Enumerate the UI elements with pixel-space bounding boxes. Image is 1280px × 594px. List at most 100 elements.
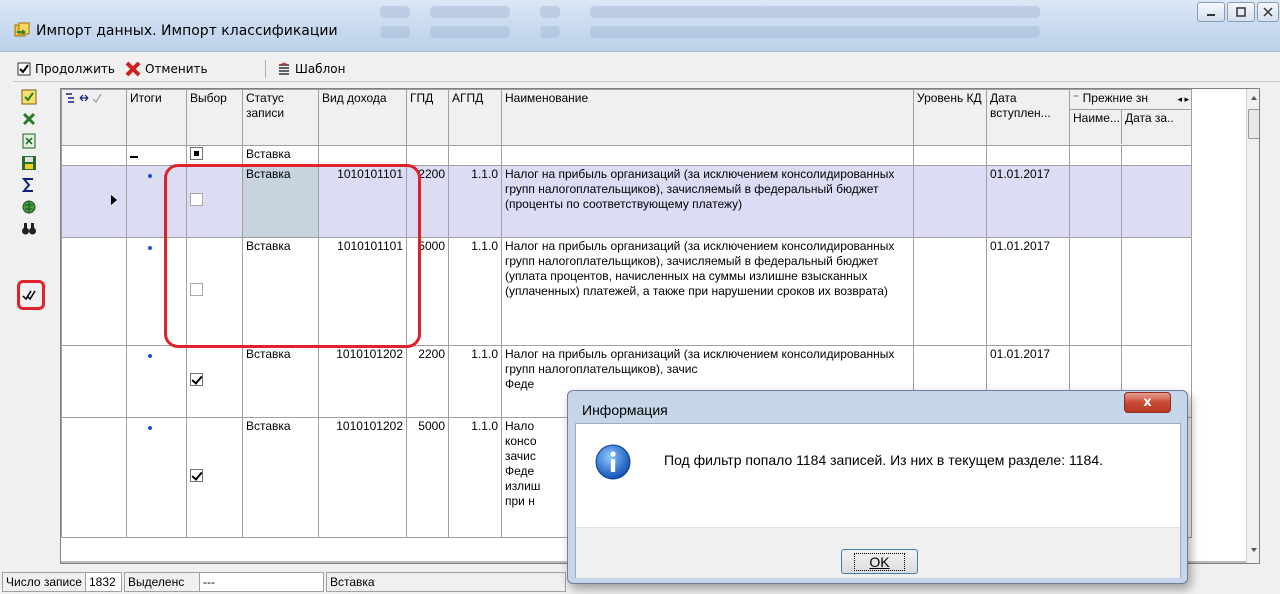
header-itogi[interactable]: Итоги bbox=[126, 89, 187, 146]
row-status: Вставка bbox=[242, 417, 319, 538]
group-select[interactable] bbox=[186, 145, 243, 166]
row-code: 1010101202 bbox=[318, 345, 407, 418]
header-level[interactable]: Уровень КД bbox=[913, 89, 987, 146]
row-date: 01.01.2017 bbox=[986, 165, 1070, 238]
row-name-text: Налог на прибыль организаций (за исключе… bbox=[505, 347, 895, 376]
cancel-x-icon bbox=[125, 61, 141, 77]
collapse-minus-icon bbox=[130, 156, 138, 158]
row-indicator bbox=[61, 165, 127, 238]
row-checkbox[interactable] bbox=[190, 469, 203, 482]
header-name[interactable]: Наименование bbox=[501, 89, 914, 146]
ok-label: OK bbox=[854, 552, 905, 571]
row-date: 01.01.2017 bbox=[986, 237, 1070, 346]
group-checkbox[interactable] bbox=[190, 147, 203, 160]
continue-button[interactable]: Продолжить bbox=[17, 59, 115, 79]
import-window: Импорт данных. Импорт классификации Прод… bbox=[0, 0, 1280, 594]
title-bar: Импорт данных. Импорт классификации bbox=[0, 0, 1280, 52]
checklist-icon bbox=[21, 89, 37, 105]
dialog-close-icon: x bbox=[1143, 395, 1152, 410]
row-indicator bbox=[61, 417, 127, 538]
row-dot-icon bbox=[148, 246, 152, 250]
record-count-label: Число записе bbox=[6, 575, 82, 589]
info-icon bbox=[595, 444, 631, 480]
vertical-scrollbar[interactable] bbox=[1246, 89, 1260, 563]
main-toolbar: Продолжить Отменить Шаблон bbox=[13, 56, 1280, 82]
cancel-label: Отменить bbox=[145, 62, 208, 76]
header-prev-date[interactable]: Дата за.. bbox=[1122, 110, 1177, 144]
scroll-thumb[interactable] bbox=[1248, 109, 1259, 139]
scroll-up-icon[interactable] bbox=[1247, 91, 1260, 105]
template-button[interactable]: Шаблон bbox=[277, 59, 345, 79]
header-date[interactable]: Дата вступлен... bbox=[986, 89, 1070, 146]
cancel-button[interactable]: Отменить bbox=[125, 59, 208, 79]
row-agpd: 1.1.0 bbox=[448, 165, 502, 238]
tree-expand-icon bbox=[66, 93, 102, 103]
header-prev-name[interactable]: Наиме... bbox=[1071, 110, 1122, 144]
row-select[interactable] bbox=[186, 345, 243, 418]
header-tools[interactable] bbox=[61, 89, 127, 146]
totals-button[interactable] bbox=[20, 176, 38, 194]
header-gpd[interactable]: ГПД bbox=[406, 89, 449, 146]
close-window-button[interactable] bbox=[1257, 2, 1279, 22]
scroll-arrows-icon[interactable]: ◂ ▸ bbox=[1177, 92, 1189, 107]
find-button[interactable] bbox=[20, 220, 38, 238]
row-indicator bbox=[61, 345, 127, 418]
header-vid-dohoda[interactable]: Вид дохода bbox=[318, 89, 407, 146]
mode-panel: Вставка bbox=[326, 572, 566, 592]
group-status: Вставка bbox=[242, 145, 319, 166]
dialog-body: Под фильтр попало 1184 записей. Из них в… bbox=[575, 423, 1181, 578]
filter-select-button[interactable] bbox=[20, 88, 38, 106]
row-indicator bbox=[61, 237, 127, 346]
excel-button[interactable] bbox=[20, 110, 38, 128]
row-status: Вставка bbox=[242, 345, 319, 418]
minimize-button[interactable] bbox=[1197, 2, 1225, 22]
prev-group-text: Прежние зн bbox=[1082, 91, 1149, 105]
header-status[interactable]: Статус записи bbox=[242, 89, 319, 146]
row-code: 1010101202 bbox=[318, 417, 407, 538]
template-label: Шаблон bbox=[295, 62, 346, 76]
row-agpd: 1.1.0 bbox=[448, 345, 502, 418]
row-checkbox[interactable] bbox=[190, 373, 203, 386]
row-agpd: 1.1.0 bbox=[448, 237, 502, 346]
import-app-icon bbox=[14, 22, 30, 37]
row-dot-icon bbox=[148, 174, 152, 178]
globe-refresh-icon bbox=[22, 200, 36, 214]
refresh-button[interactable] bbox=[20, 198, 38, 216]
highlight-checkbox-area bbox=[164, 164, 421, 348]
prev-group-label[interactable]: ⁻ Прежние зн bbox=[1073, 91, 1148, 105]
save-disk-icon bbox=[22, 156, 36, 170]
row-select[interactable] bbox=[186, 417, 243, 538]
selected-value: --- bbox=[199, 573, 323, 591]
row-agpd: 1.1.0 bbox=[448, 417, 502, 538]
row-name: Налог на прибыль организаций (за исключе… bbox=[501, 165, 914, 238]
group-collapse[interactable] bbox=[126, 145, 187, 166]
close-icon bbox=[1263, 7, 1273, 17]
minimize-icon bbox=[1207, 14, 1215, 16]
dialog-title: Информация bbox=[582, 402, 668, 418]
export-excel-button[interactable] bbox=[20, 132, 38, 150]
header-vybor[interactable]: Выбор bbox=[186, 89, 243, 146]
template-icon bbox=[279, 62, 289, 75]
group-row[interactable]: Вставка bbox=[61, 145, 1192, 166]
record-count-value: 1832 bbox=[85, 573, 121, 591]
current-row-arrow-icon bbox=[111, 195, 117, 205]
row-dot-cell bbox=[126, 417, 187, 538]
record-count-panel: Число записе 1832 bbox=[2, 572, 122, 592]
sigma-icon bbox=[21, 178, 33, 192]
scroll-down-icon[interactable] bbox=[1247, 543, 1260, 557]
checkbox-check-icon bbox=[17, 62, 31, 76]
maximize-button[interactable] bbox=[1227, 2, 1255, 22]
dialog-close-button[interactable]: x bbox=[1124, 392, 1171, 413]
excel-x-icon bbox=[22, 112, 36, 126]
row-gpd: 5000 bbox=[406, 417, 449, 538]
dialog-message: Под фильтр попало 1184 записей. Из них в… bbox=[664, 452, 1103, 468]
continue-label: Продолжить bbox=[35, 62, 115, 76]
save-button[interactable] bbox=[20, 154, 38, 172]
info-dialog: Информация x Под фильтр попало 1184 запи… bbox=[567, 390, 1188, 584]
row-dot-icon bbox=[148, 354, 152, 358]
header-agpd[interactable]: АГПД bbox=[448, 89, 502, 146]
header-row: Итоги Выбор Статус записи Вид дохода ГПД… bbox=[61, 89, 1192, 146]
header-prev-group: ⁻ Прежние зн ◂ ▸ Наиме... Дата за.. bbox=[1069, 89, 1192, 146]
row-gpd: 2200 bbox=[406, 345, 449, 418]
ok-button[interactable]: OK bbox=[841, 549, 918, 574]
